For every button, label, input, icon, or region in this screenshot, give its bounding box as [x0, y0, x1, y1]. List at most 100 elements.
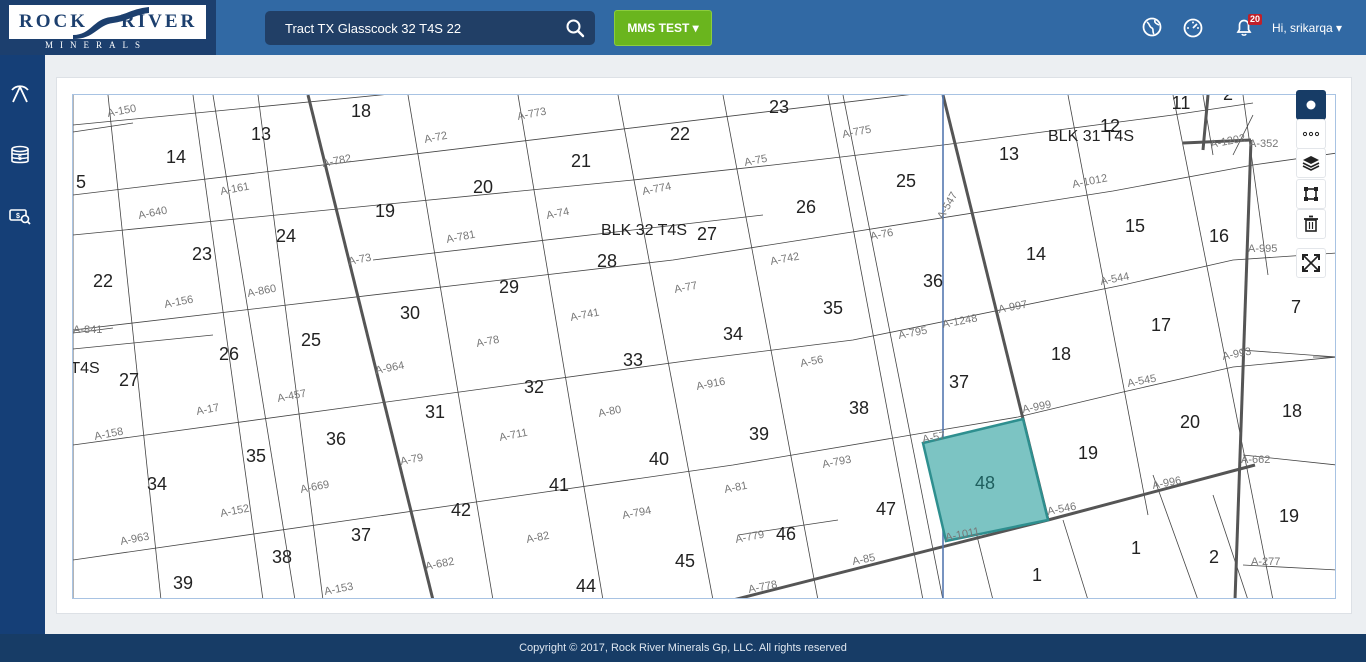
more-options-icon: [1302, 131, 1320, 137]
abstract-label: A-352: [1249, 138, 1278, 150]
abstract-label: A-78: [475, 334, 500, 350]
logo-area[interactable]: ROCK RIVER MINERALS: [0, 0, 216, 55]
section-number: 21: [571, 151, 591, 171]
brand-name-left: ROCK: [19, 11, 88, 32]
abstract-label: A-1248: [941, 312, 978, 331]
caret-down-icon: ▾: [1336, 21, 1343, 35]
section-number: 23: [769, 97, 789, 117]
section-number: 22: [93, 271, 113, 291]
abstract-label: A-997: [997, 299, 1028, 316]
abstract-label: A-996: [1151, 475, 1182, 492]
search-value[interactable]: Tract TX Glasscock 32 T4S 22: [285, 21, 461, 36]
section-number: 26: [796, 197, 816, 217]
section-number: 2: [1209, 547, 1219, 567]
abstract-label: A-1012: [1071, 172, 1108, 191]
copyright-text: Copyright © 2017, Rock River Minerals Gp…: [519, 642, 847, 654]
left-sidebar: $ $: [0, 55, 45, 634]
abstract-label: A-682: [424, 556, 455, 573]
section-number: 20: [473, 177, 493, 197]
section-number: 17: [1151, 315, 1171, 335]
user-menu-dropdown[interactable]: Hi, srikarqa ▾: [1272, 21, 1342, 35]
section-number: 35: [823, 298, 843, 318]
abstract-label: A-150: [106, 103, 137, 120]
abstract-label: A-79: [399, 452, 424, 468]
fullscreen-button[interactable]: [1296, 248, 1326, 278]
abstract-label: A-774: [641, 181, 672, 198]
point-draw-button[interactable]: [1296, 90, 1326, 120]
abstract-label: A-775: [841, 124, 872, 141]
abstract-label: A-153: [323, 581, 354, 598]
abstract-label: A-742: [769, 251, 800, 268]
section-number: 27: [697, 224, 717, 244]
section-number: 19: [1279, 506, 1299, 526]
globe-icon[interactable]: [1141, 16, 1163, 38]
abstract-label: A-794: [621, 505, 652, 522]
section-number: 19: [375, 201, 395, 221]
page-footer: Copyright © 2017, Rock River Minerals Gp…: [0, 634, 1366, 662]
section-number: 37: [949, 372, 969, 392]
abstract-label: A-544: [1099, 271, 1130, 288]
section-number: 34: [723, 324, 743, 344]
section-number: 25: [301, 330, 321, 350]
section-grid-lines: [73, 95, 1335, 598]
section-number: 14: [1026, 244, 1046, 264]
tract-search-input[interactable]: Tract TX Glasscock 32 T4S 22: [265, 11, 595, 45]
abstract-label: A-782: [321, 153, 352, 170]
abstract-label: A-662: [1241, 454, 1270, 466]
delete-button[interactable]: [1296, 209, 1326, 239]
layers-button[interactable]: [1296, 148, 1326, 178]
money-search-icon[interactable]: $: [9, 205, 31, 227]
section-number: 30: [400, 303, 420, 323]
section-number: 46: [776, 524, 796, 544]
abstract-label: A-82: [525, 530, 550, 546]
abstract-label: A-545: [1126, 373, 1157, 390]
abstract-label: A-77: [673, 280, 698, 296]
section-number: 33: [623, 350, 643, 370]
pickaxe-icon[interactable]: [9, 83, 31, 105]
abstract-label: A-640: [137, 205, 168, 222]
section-number: 15: [1125, 216, 1145, 236]
section-number: 1: [1032, 565, 1042, 585]
section-number: 23: [192, 244, 212, 264]
abstract-label: A-457: [276, 388, 307, 405]
section-number: 47: [876, 499, 896, 519]
selected-section-label: 48: [975, 473, 995, 493]
abstract-label: A-999: [1021, 399, 1052, 416]
point-draw-icon: [1306, 100, 1316, 110]
svg-text:$: $: [18, 155, 22, 162]
section-number: 39: [173, 573, 193, 593]
abstract-label: A-56: [799, 354, 824, 370]
section-number: 2: [1223, 95, 1233, 104]
search-icon[interactable]: [565, 18, 585, 38]
section-number: 11: [1172, 95, 1191, 113]
trash-icon: [1304, 215, 1318, 232]
section-number: 29: [499, 277, 519, 297]
section-number: 36: [923, 271, 943, 291]
parcel-map[interactable]: 5 14 13 18 20 21 22 23 25 13 12 11 2 22 …: [72, 94, 1336, 599]
top-navbar: ROCK RIVER MINERALS Tract TX Glasscock 3…: [0, 0, 1366, 55]
polygon-draw-button[interactable]: [1296, 179, 1326, 209]
abstract-label: A-841: [73, 324, 102, 336]
abstract-label: A-76: [869, 227, 894, 243]
abstract-label: A-793: [821, 454, 852, 471]
parcel-map-canvas[interactable]: 5 14 13 18 20 21 22 23 25 13 12 11 2 22 …: [73, 95, 1336, 599]
section-number: 5: [76, 172, 86, 192]
section-number: 1: [1131, 538, 1141, 558]
dashboard-gauge-icon[interactable]: [1182, 16, 1204, 38]
section-number: 18: [1282, 401, 1302, 421]
brand-logo[interactable]: ROCK RIVER: [9, 5, 206, 39]
abstract-label: A-995: [1248, 243, 1277, 255]
section-number: 31: [425, 402, 445, 422]
money-stack-icon[interactable]: $: [9, 144, 31, 166]
abstract-label: A-152: [219, 503, 250, 520]
mms-test-dropdown-button[interactable]: MMS TEST ▾: [614, 10, 712, 46]
section-number: 35: [246, 446, 266, 466]
more-options-button[interactable]: [1296, 119, 1326, 149]
abstract-label: A-74: [545, 206, 570, 222]
abstract-label: A-711: [498, 427, 528, 444]
section-number: 27: [119, 370, 139, 390]
abstract-label: A-546: [1046, 501, 1077, 518]
abstract-label: A-158: [93, 426, 124, 443]
section-number: 19: [1078, 443, 1098, 463]
section-number: 37: [351, 525, 371, 545]
